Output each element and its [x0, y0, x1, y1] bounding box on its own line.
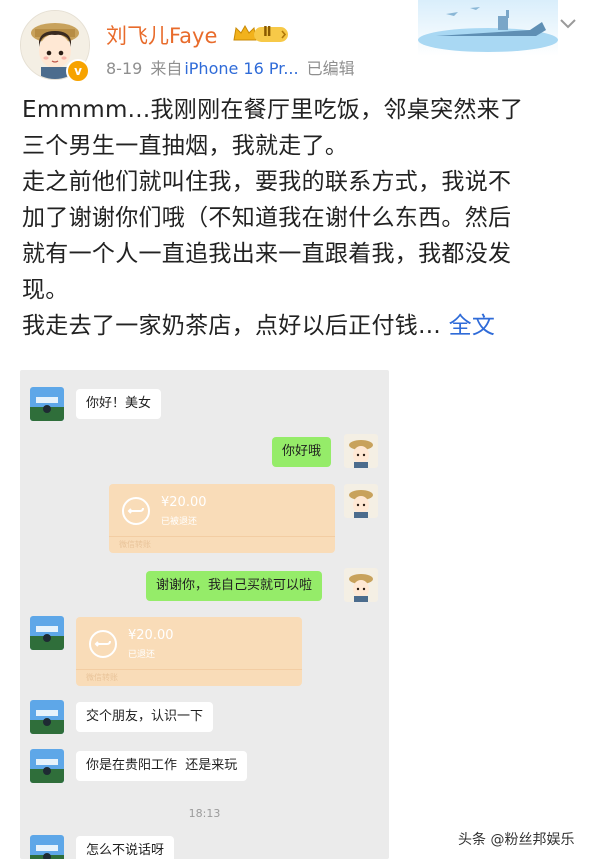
- vip-level: Ⅱ: [263, 25, 272, 40]
- watermark: 头条 @粉丝邦娱乐: [458, 832, 575, 848]
- my-avatar: [344, 434, 378, 468]
- post-line: 我走去了一家奶茶店，点好以后正付钱...: [22, 313, 441, 339]
- transfer-amount: ¥20.00: [128, 628, 174, 643]
- post-source-label: 来自: [150, 59, 183, 78]
- transfer-return-icon: [121, 496, 151, 526]
- header-decoration-image: [418, 0, 558, 56]
- sender-avatar: [30, 700, 64, 734]
- my-avatar: [344, 568, 378, 602]
- verified-badge: v: [66, 59, 90, 83]
- my-avatar: [344, 484, 378, 518]
- transfer-return-icon: [88, 629, 118, 659]
- transfer-footer: 微信转账: [119, 540, 151, 549]
- transfer-card-received[interactable]: ¥20.00 已退还 微信转账: [76, 617, 302, 686]
- chat-message-sent: 你好哦: [272, 437, 332, 467]
- post-line: 走之前他们就叫住我，要我的联系方式，我说不: [22, 169, 512, 195]
- chat-message-received: 你是在贵阳工作 还是来玩: [76, 751, 248, 781]
- full-text-link[interactable]: 全文: [449, 313, 496, 339]
- post-line: Emmmm...我刚刚在餐厅里吃饭，邻桌突然来了: [22, 97, 524, 123]
- transfer-footer: 微信转账: [86, 673, 118, 682]
- post-line: 就有一个人一直追我出来一直跟着我，我都没发: [22, 241, 512, 267]
- transfer-divider: [76, 669, 302, 670]
- post-line: 三个男生一直抽烟，我就走了。: [22, 133, 349, 159]
- post-meta: 8-19 来自 iPhone 16 Pr... 已编辑: [106, 55, 363, 79]
- transfer-divider: [109, 536, 335, 537]
- post-device[interactable]: iPhone 16 Pr...: [184, 59, 298, 78]
- post-date: 8-19: [106, 59, 143, 78]
- edited-label[interactable]: 已编辑: [307, 59, 355, 78]
- sender-avatar: [30, 835, 64, 859]
- transfer-status: 已退还: [128, 650, 156, 660]
- post-header: v 刘飞儿Faye Ⅱ 8-19 来自 iPhone 16 Pr... 已编辑: [0, 0, 595, 90]
- chat-timestamp: 18:13: [188, 807, 221, 820]
- chat-message-received: 你好！美女: [76, 389, 162, 419]
- chat-message-sent: 谢谢你，我自己买就可以啦: [146, 571, 323, 601]
- sender-avatar: [30, 749, 64, 783]
- vip-crown-icon[interactable]: Ⅱ: [232, 22, 292, 46]
- transfer-amount: ¥20.00: [161, 495, 207, 510]
- chat-message-received: 交个朋友，认识一下: [76, 702, 214, 732]
- chat-screenshot[interactable]: 你好！美女 你好哦 ¥20.00 已被退还 微信转账 谢谢你，我自己买就可以啦 …: [20, 370, 389, 859]
- sender-avatar: [30, 616, 64, 650]
- post-line-last: 我走去了一家奶茶店，点好以后正付钱... 全文: [22, 308, 577, 344]
- chevron-down-icon[interactable]: [556, 12, 580, 36]
- post-line: 加了谢谢你们哦（不知道我在谢什么东西。然后: [22, 205, 512, 231]
- username[interactable]: 刘飞儿Faye: [106, 20, 217, 50]
- transfer-status: 已被退还: [161, 517, 198, 527]
- sender-avatar: [30, 387, 64, 421]
- post-line: 现。: [22, 277, 69, 303]
- transfer-card-sent[interactable]: ¥20.00 已被退还 微信转账: [109, 484, 335, 553]
- post-body: Emmmm...我刚刚在餐厅里吃饭，邻桌突然来了 三个男生一直抽烟，我就走了。 …: [22, 92, 577, 344]
- chat-message-received: 怎么不说话呀: [76, 836, 175, 859]
